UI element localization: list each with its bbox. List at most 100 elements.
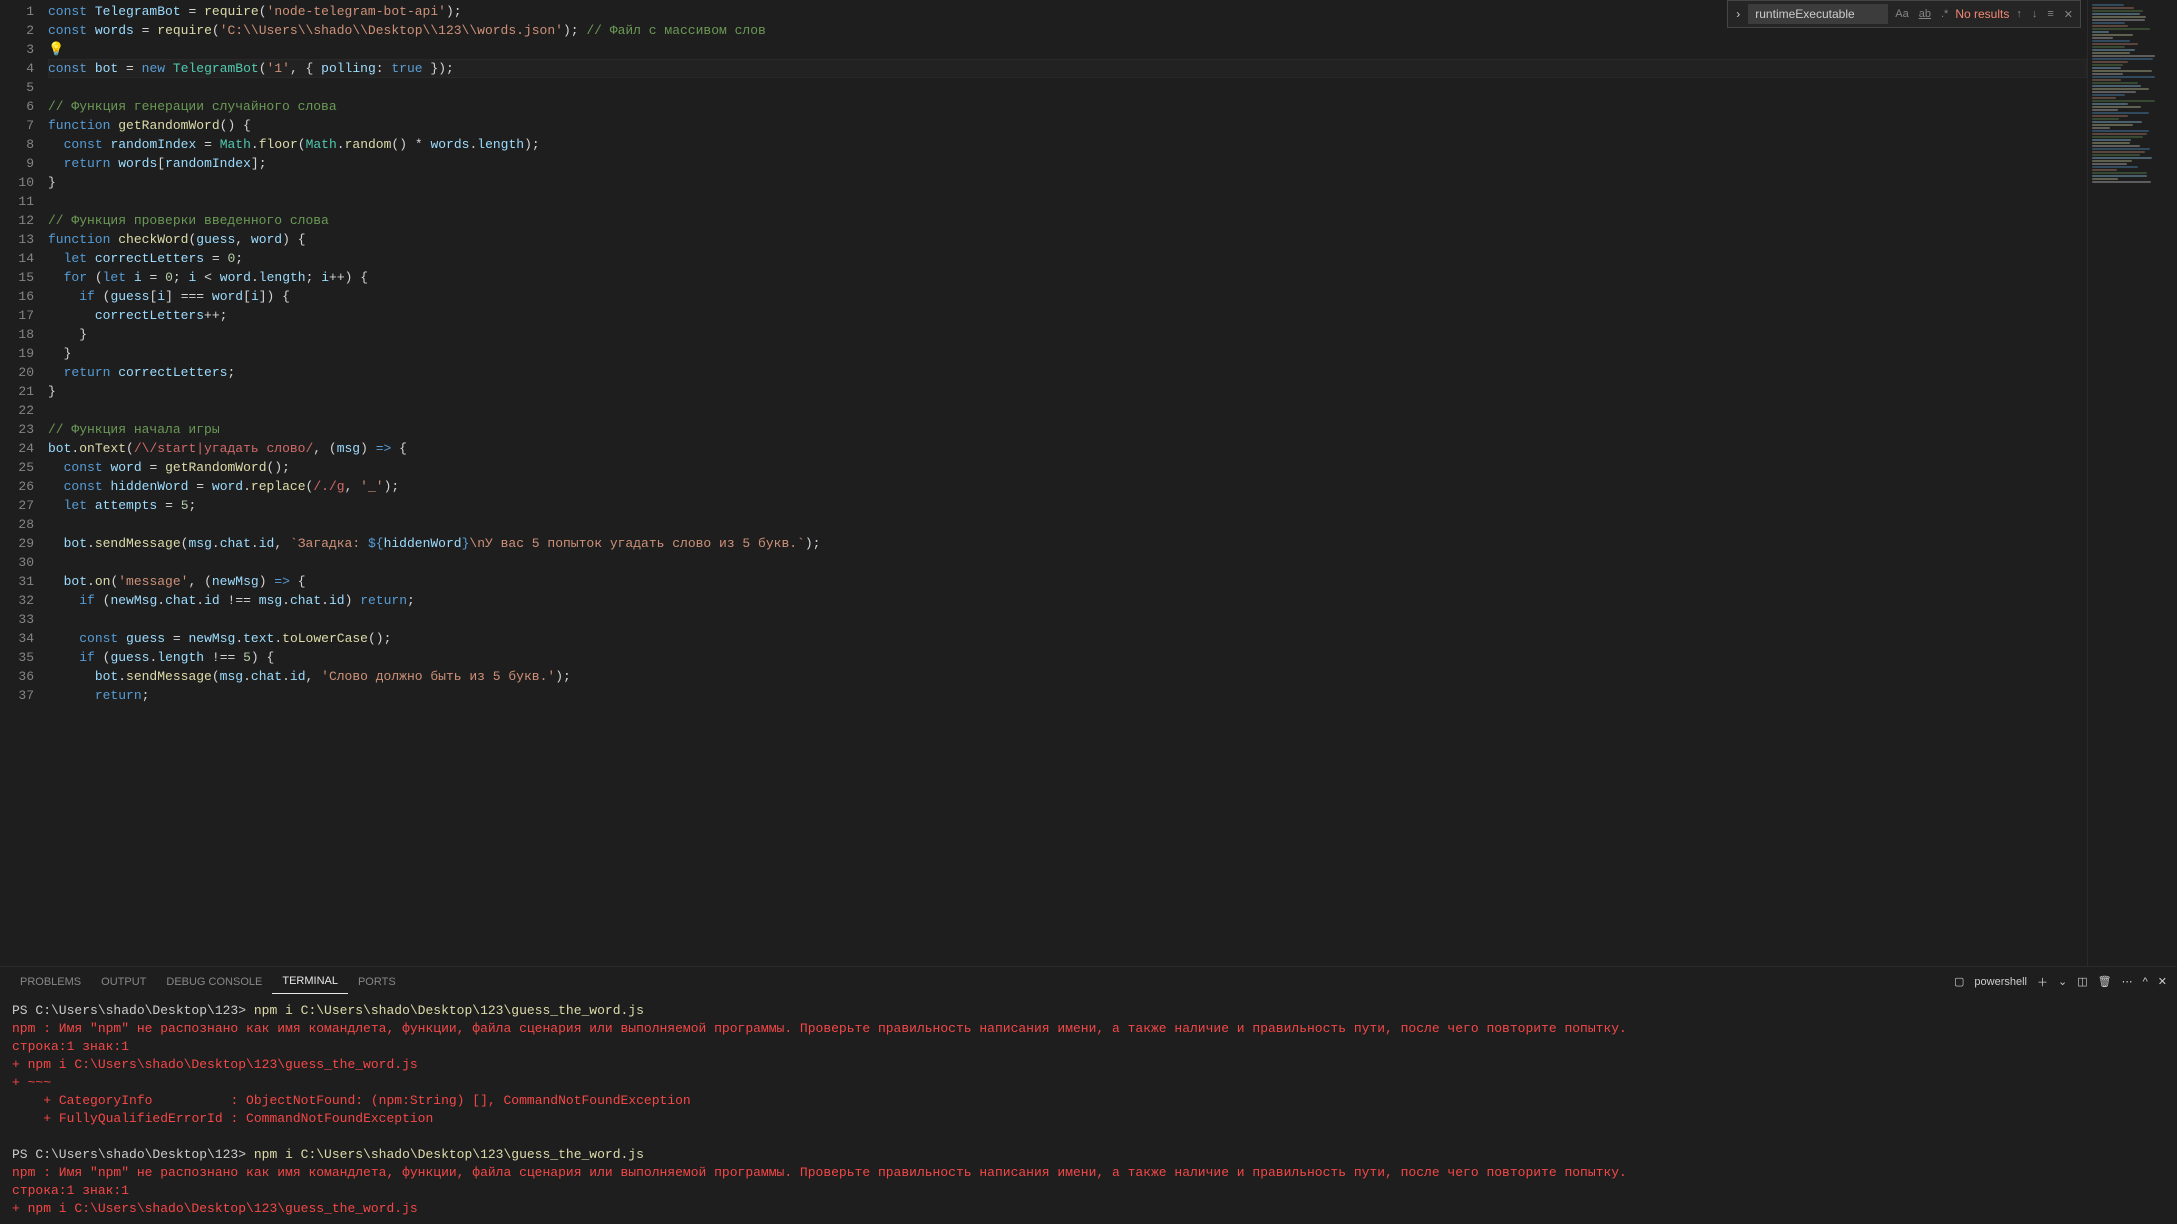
code-line[interactable]: for (let i = 0; i < word.length; i++) { bbox=[48, 268, 2087, 287]
code-line[interactable]: return correctLetters; bbox=[48, 363, 2087, 382]
code-line[interactable]: const randomIndex = Math.floor(Math.rand… bbox=[48, 135, 2087, 154]
code-line[interactable] bbox=[48, 515, 2087, 534]
panel-tab-output[interactable]: OUTPUT bbox=[91, 970, 156, 994]
line-number: 32 bbox=[0, 591, 34, 610]
line-number: 5 bbox=[0, 78, 34, 97]
code-line[interactable]: let correctLetters = 0; bbox=[48, 249, 2087, 268]
code-line[interactable]: } bbox=[48, 344, 2087, 363]
line-number: 17 bbox=[0, 306, 34, 325]
find-widget: › Aa ab .* No results ↑ ↓ ≡ ✕ bbox=[1727, 0, 2081, 28]
code-line[interactable]: function checkWord(guess, word) { bbox=[48, 230, 2087, 249]
code-line[interactable]: bot.sendMessage(msg.chat.id, 'Слово долж… bbox=[48, 667, 2087, 686]
terminal-line: + CategoryInfo : ObjectNotFound: (npm:St… bbox=[12, 1092, 2165, 1110]
line-number: 24 bbox=[0, 439, 34, 458]
line-number: 9 bbox=[0, 154, 34, 173]
find-toggle-replace[interactable]: › bbox=[1732, 5, 1744, 23]
line-number: 11 bbox=[0, 192, 34, 211]
line-number: 4 bbox=[0, 59, 34, 78]
code-line[interactable] bbox=[48, 192, 2087, 211]
line-number: 19 bbox=[0, 344, 34, 363]
terminal-line: PS C:\Users\shado\Desktop\123> npm i C:\… bbox=[12, 1146, 2165, 1164]
code-line[interactable]: const guess = newMsg.text.toLowerCase(); bbox=[48, 629, 2087, 648]
find-close-icon[interactable]: ✕ bbox=[2061, 6, 2076, 23]
line-number: 22 bbox=[0, 401, 34, 420]
line-number: 2 bbox=[0, 21, 34, 40]
minimap[interactable] bbox=[2087, 0, 2177, 966]
panel-tab-terminal[interactable]: TERMINAL bbox=[272, 969, 348, 994]
line-number: 29 bbox=[0, 534, 34, 553]
line-number: 1 bbox=[0, 2, 34, 21]
find-selection-icon[interactable]: ≡ bbox=[2044, 6, 2056, 22]
find-next-icon[interactable]: ↓ bbox=[2029, 6, 2041, 22]
code-line[interactable] bbox=[48, 610, 2087, 629]
code-line[interactable]: } bbox=[48, 382, 2087, 401]
terminal-dropdown-icon[interactable]: ⌄ bbox=[2058, 975, 2067, 988]
terminal-line: npm : Имя "npm" не распознано как имя ко… bbox=[12, 1164, 2165, 1182]
find-results-label: No results bbox=[1955, 7, 2009, 21]
code-line[interactable]: bot.sendMessage(msg.chat.id, `Загадка: $… bbox=[48, 534, 2087, 553]
code-line[interactable]: 💡 bbox=[48, 40, 2087, 59]
line-number: 35 bbox=[0, 648, 34, 667]
panel-maximize-icon[interactable]: ^ bbox=[2143, 976, 2148, 988]
code-line[interactable]: if (guess.length !== 5) { bbox=[48, 648, 2087, 667]
regex-icon[interactable]: .* bbox=[1938, 6, 1951, 22]
panel-tab-bar: PROBLEMS OUTPUT DEBUG CONSOLE TERMINAL P… bbox=[0, 966, 2177, 996]
code-line[interactable] bbox=[48, 401, 2087, 420]
terminal-shell-label: powershell bbox=[1974, 976, 2027, 988]
find-prev-icon[interactable]: ↑ bbox=[2013, 6, 2025, 22]
line-number: 27 bbox=[0, 496, 34, 515]
code-line[interactable]: if (newMsg.chat.id !== msg.chat.id) retu… bbox=[48, 591, 2087, 610]
terminal-new-icon[interactable]: ＋ bbox=[2037, 974, 2048, 990]
line-number: 28 bbox=[0, 515, 34, 534]
line-number: 36 bbox=[0, 667, 34, 686]
code-line[interactable]: if (guess[i] === word[i]) { bbox=[48, 287, 2087, 306]
terminal-line: + npm i C:\Users\shado\Desktop\123\guess… bbox=[12, 1200, 2165, 1218]
code-line[interactable]: return words[randomIndex]; bbox=[48, 154, 2087, 173]
editor-area: › Aa ab .* No results ↑ ↓ ≡ ✕ 1234567891… bbox=[0, 0, 2177, 966]
line-number: 37 bbox=[0, 686, 34, 705]
code-editor[interactable]: const TelegramBot = require('node-telegr… bbox=[48, 0, 2087, 966]
code-line[interactable]: return; bbox=[48, 686, 2087, 705]
panel-tab-debug-console[interactable]: DEBUG CONSOLE bbox=[156, 970, 272, 994]
terminal-kill-icon[interactable]: 🗑 bbox=[2098, 975, 2112, 988]
panel-close-icon[interactable]: ✕ bbox=[2158, 975, 2167, 988]
code-line[interactable] bbox=[48, 553, 2087, 572]
code-line[interactable]: // Функция начала игры bbox=[48, 420, 2087, 439]
code-line[interactable]: } bbox=[48, 325, 2087, 344]
find-input[interactable] bbox=[1748, 4, 1888, 24]
line-number: 26 bbox=[0, 477, 34, 496]
code-line[interactable] bbox=[48, 78, 2087, 97]
line-number: 7 bbox=[0, 116, 34, 135]
code-line[interactable]: bot.onText(/\/start|угадать слово/, (msg… bbox=[48, 439, 2087, 458]
code-line[interactable]: // Функция генерации случайного слова bbox=[48, 97, 2087, 116]
line-number: 20 bbox=[0, 363, 34, 382]
code-line[interactable]: correctLetters++; bbox=[48, 306, 2087, 325]
line-number: 30 bbox=[0, 553, 34, 572]
code-line[interactable]: } bbox=[48, 173, 2087, 192]
code-line[interactable]: bot.on('message', (newMsg) => { bbox=[48, 572, 2087, 591]
line-number: 21 bbox=[0, 382, 34, 401]
panel-tab-ports[interactable]: PORTS bbox=[348, 970, 406, 994]
line-number: 12 bbox=[0, 211, 34, 230]
code-line[interactable]: let attempts = 5; bbox=[48, 496, 2087, 515]
terminal-line: npm : Имя "npm" не распознано как имя ко… bbox=[12, 1020, 2165, 1038]
match-whole-word-icon[interactable]: ab bbox=[1916, 6, 1934, 22]
code-line[interactable]: const hiddenWord = word.replace(/./g, '_… bbox=[48, 477, 2087, 496]
terminal-shell-icon[interactable]: ▢ bbox=[1954, 975, 1964, 988]
terminal-more-icon[interactable]: ⋯ bbox=[2122, 975, 2133, 988]
code-line[interactable]: // Функция проверки введенного слова bbox=[48, 211, 2087, 230]
terminal-split-icon[interactable]: ◫ bbox=[2077, 975, 2087, 988]
line-number: 8 bbox=[0, 135, 34, 154]
match-case-icon[interactable]: Aa bbox=[1892, 6, 1911, 22]
terminal-content[interactable]: PS C:\Users\shado\Desktop\123> npm i C:\… bbox=[0, 996, 2177, 1224]
line-number: 15 bbox=[0, 268, 34, 287]
terminal-line: + FullyQualifiedErrorId : CommandNotFoun… bbox=[12, 1110, 2165, 1128]
code-line[interactable]: const bot = new TelegramBot('1', { polli… bbox=[48, 59, 2087, 78]
line-number: 6 bbox=[0, 97, 34, 116]
code-line[interactable]: const word = getRandomWord(); bbox=[48, 458, 2087, 477]
code-line[interactable]: function getRandomWord() { bbox=[48, 116, 2087, 135]
line-number: 25 bbox=[0, 458, 34, 477]
panel-tab-problems[interactable]: PROBLEMS bbox=[10, 970, 91, 994]
line-number-gutter: 1234567891011121314151617181920212223242… bbox=[0, 0, 48, 966]
line-number: 18 bbox=[0, 325, 34, 344]
